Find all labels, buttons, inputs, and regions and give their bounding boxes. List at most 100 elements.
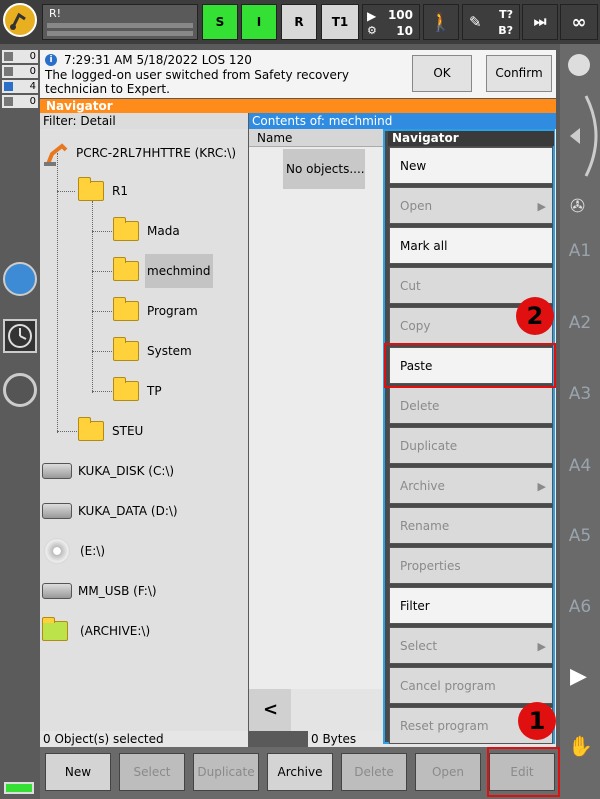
robot-logo-icon[interactable] [3, 3, 37, 37]
skip-icon: ⏭ [533, 14, 547, 30]
select-button[interactable]: Select [119, 753, 185, 791]
edit-highlight-box [487, 747, 560, 797]
tree-item-steu[interactable]: STEU [78, 417, 143, 445]
walking-person-icon: 🚶 [429, 11, 453, 33]
tool-label: T? [499, 8, 513, 21]
softkey-bar: New Select Duplicate Archive Delete Open… [40, 747, 560, 799]
user-group-icon[interactable] [3, 373, 37, 407]
continuous-jog-button[interactable]: ∞ [560, 4, 598, 40]
override-button[interactable]: ▶ 100 ⚙ 10 [362, 4, 420, 40]
menu-item-mark-all[interactable]: Mark all [389, 227, 553, 264]
message-window: i 7:29:31 AM 5/18/2022 LOS 120 The logge… [40, 50, 556, 115]
message-counter-ack[interactable]: 0 [2, 50, 38, 63]
settings-gear-icon[interactable] [3, 262, 37, 296]
tree-item-kuka-data[interactable]: KUKA_DATA (D:\) [42, 497, 178, 525]
tree-item-program[interactable]: Program [113, 297, 198, 325]
tree-item-archive[interactable]: (ARCHIVE:\) [42, 617, 150, 645]
axis-a6-label[interactable]: A6 [560, 597, 600, 617]
stop-icon [4, 67, 13, 76]
tree-item-tp[interactable]: TP [113, 377, 162, 405]
navigator-title-bar: Navigator [40, 99, 556, 113]
archive-button[interactable]: Archive [267, 753, 333, 791]
tree-item-system[interactable]: System [113, 337, 192, 365]
status-selected: 0 Object(s) selected [40, 731, 248, 747]
folder-icon [113, 217, 139, 241]
clock-icon[interactable] [3, 319, 37, 353]
axis-a1-label[interactable]: A1 [560, 241, 600, 261]
scroll-left-arrow-icon[interactable]: < [263, 699, 278, 720]
robot-status-field[interactable]: R! [42, 4, 198, 40]
walk-mode-button[interactable]: 🚶 [423, 4, 459, 40]
message-counter-wait[interactable]: 0 [2, 95, 38, 108]
menu-item-rename[interactable]: Rename [389, 507, 553, 544]
new-button[interactable]: New [45, 753, 111, 791]
duplicate-button[interactable]: Duplicate [193, 753, 259, 791]
filter-label: Filter: Detail [40, 113, 248, 129]
axis-a4-label[interactable]: A4 [560, 456, 600, 476]
step-2-badge: 2 [516, 297, 554, 335]
directory-tree[interactable]: PCRC-2RL7HHTTRE (KRC:\) R1 Mada mechmind… [40, 129, 248, 731]
robot-interpreter-button[interactable]: R [281, 4, 317, 40]
cd-drive-icon [44, 538, 70, 564]
menu-item-new[interactable]: New [389, 147, 553, 184]
incremental-jog-button[interactable]: ⏭ [522, 4, 558, 40]
menu-item-properties[interactable]: Properties [389, 547, 553, 584]
submit-interpreter-button[interactable]: S [202, 4, 238, 40]
menu-item-filter[interactable]: Filter [389, 587, 553, 624]
menu-item-archive[interactable]: Archive ▶ [389, 467, 553, 504]
confirm-all-button[interactable]: Confirm all [486, 55, 552, 115]
message-counter-info[interactable]: 4 [2, 80, 38, 93]
axis-a3-label[interactable]: A3 [560, 384, 600, 404]
menu-item-cancel-program[interactable]: Cancel program [389, 667, 553, 704]
delete-button[interactable]: Delete [341, 753, 407, 791]
hard-drive-icon [42, 503, 72, 519]
tree-item-r1[interactable]: R1 [78, 177, 128, 205]
top-status-bar: R! S I R T1 ▶ 100 ⚙ 10 🚶 ✎ T? B? ⏭ ∞ [0, 0, 600, 44]
left-side-strip: 0 0 4 0 [0, 44, 40, 799]
submenu-arrow-icon: ▶ [537, 480, 546, 493]
submenu-arrow-icon: ▶ [537, 200, 546, 213]
start-play-icon[interactable]: ▶ [570, 664, 587, 689]
name-column-header[interactable]: Name [249, 129, 383, 147]
tree-item-kuka-disk[interactable]: KUKA_DISK (C:\) [42, 457, 174, 485]
ack-icon [4, 52, 13, 61]
message-detail: The logged-on user switched from Safety … [45, 68, 349, 96]
globe-icon[interactable] [568, 54, 590, 76]
tree-item-mada[interactable]: Mada [113, 217, 180, 245]
open-button[interactable]: Open [415, 753, 481, 791]
message-counter-stop[interactable]: 0 [2, 65, 38, 78]
popup-title: Navigator [388, 131, 554, 146]
operating-mode-button[interactable]: T1 [321, 4, 359, 40]
folder-icon [113, 337, 139, 361]
axis-a5-label[interactable]: A5 [560, 526, 600, 546]
tree-item-mm-usb[interactable]: MM_USB (F:\) [42, 577, 157, 605]
navigator-edit-menu: Navigator New Open ▶ Mark all Cut Copy Pa… [383, 129, 555, 744]
menu-item-select[interactable]: Select ▶ [389, 627, 553, 664]
message-header: 7:29:31 AM 5/18/2022 LOS 120 [64, 53, 252, 67]
axis-a2-label[interactable]: A2 [560, 313, 600, 333]
battery-icon [4, 782, 34, 794]
override-value: 100 [387, 8, 413, 22]
step-1-badge: 1 [518, 702, 556, 740]
no-objects-label: No objects.... [283, 149, 365, 189]
wait-icon [4, 97, 13, 106]
tool-base-button[interactable]: ✎ T? B? [462, 4, 520, 40]
horizontal-scrollbar[interactable]: < [249, 689, 383, 731]
ok-button[interactable]: OK [412, 55, 472, 92]
space-mouse-icon[interactable] [560, 92, 600, 180]
tree-item-root[interactable]: PCRC-2RL7HHTTRE (KRC:\) [42, 139, 236, 167]
menu-item-delete[interactable]: Delete [389, 387, 553, 424]
drives-button[interactable]: I [241, 4, 277, 40]
jog-robot-icon[interactable]: ✇ [570, 196, 585, 217]
menu-item-duplicate[interactable]: Duplicate [389, 427, 553, 464]
folder-icon [113, 297, 139, 321]
archive-folder-icon [42, 617, 68, 641]
tool-icon: ✎ [469, 13, 482, 31]
tree-item-mechmind[interactable]: mechmind [113, 254, 213, 288]
menu-item-open[interactable]: Open ▶ [389, 187, 553, 224]
folder-icon [78, 417, 104, 441]
jog-icon: ⚙ [367, 24, 377, 37]
hand-icon[interactable]: ✋ [568, 734, 593, 758]
jog-override-value: 10 [396, 24, 413, 38]
tree-item-e-drive[interactable]: (E:\) [44, 537, 105, 565]
